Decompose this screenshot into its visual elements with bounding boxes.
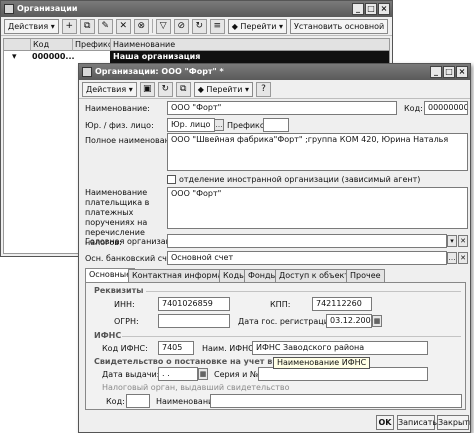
close-button[interactable]: × [378, 3, 390, 15]
authority-code-label: Код: [106, 397, 125, 406]
icon-column-header [4, 39, 30, 51]
divider [122, 336, 461, 337]
actions-menu-button[interactable]: Действия ▾ [4, 18, 59, 34]
bank-account-field[interactable]: Основной счет [167, 251, 447, 265]
filter-off-icon[interactable]: ⊘ [173, 18, 189, 34]
goto-menu-button[interactable]: ◆ Перейти ▾ [193, 81, 253, 97]
actions-menu-button[interactable]: Действия ▾ [82, 81, 137, 97]
inn-label: ИНН: [114, 300, 135, 309]
help-icon[interactable]: ? [255, 81, 271, 97]
column-header-code[interactable]: Код [30, 39, 72, 51]
clear-icon[interactable]: ✕ [458, 252, 468, 264]
name-field[interactable]: ООО "Форт" [167, 101, 397, 115]
issue-date-label: Дата выдачи: [102, 370, 160, 379]
ogrn-label: ОГРН: [114, 317, 139, 326]
delete-icon[interactable]: ✕ [115, 18, 131, 34]
authority-name-field[interactable] [210, 394, 462, 408]
ifns-name-field[interactable]: ИФНС Заводского района [252, 341, 428, 355]
goto-label: Перейти [240, 21, 277, 31]
dropdown-button[interactable]: ▾ [447, 235, 457, 247]
organization-form-window: Организации: ООО "Форт" * _ □ × Действия… [78, 63, 471, 433]
add-icon[interactable]: + [61, 18, 77, 34]
column-header-prefix[interactable]: Префикс [72, 39, 112, 51]
select-button[interactable]: … [447, 252, 457, 264]
list-titlebar[interactable]: Организации _ □ × [1, 1, 392, 17]
issue-date-field[interactable]: . . [158, 367, 198, 381]
foreign-org-checkbox[interactable] [167, 175, 176, 184]
list-title: Организации [17, 4, 78, 13]
list-icon[interactable]: ≡ [209, 18, 225, 34]
ifns-code-label: Код ИФНС: [102, 344, 148, 353]
tab-other[interactable]: Прочее [346, 269, 385, 282]
set-main-button[interactable]: Установить основной [289, 18, 389, 34]
close-form-button[interactable]: Закрыть [437, 415, 470, 430]
maximize-button[interactable]: □ [365, 3, 377, 15]
copy-icon[interactable]: ⧉ [175, 81, 191, 97]
kpp-label: КПП: [270, 300, 291, 309]
tab-panel: Реквизиты ИНН: 7401026859 КПП: 742112260… [85, 282, 466, 410]
ifns-code-field[interactable]: 7405 [158, 341, 194, 355]
maximize-button[interactable]: □ [443, 66, 455, 78]
authority-label: Налоговый орган, выдавший свидетельство [102, 383, 290, 392]
clear-icon[interactable]: ✕ [458, 235, 468, 247]
window-icon [82, 67, 92, 77]
refresh-icon[interactable]: ↻ [157, 81, 173, 97]
code-field[interactable]: 000000001 [424, 101, 468, 115]
prefix-field[interactable] [263, 118, 289, 132]
filter-icon[interactable]: ▽ [155, 18, 171, 34]
full-name-field[interactable]: ООО "Швейная фабрика"Форт" ;группа КОМ 4… [167, 133, 468, 171]
actions-label: Действия [86, 84, 127, 94]
ifns-name-label: Наим. ИФНС: [202, 344, 257, 353]
reg-date-label: Дата гос. регистрации: [238, 317, 337, 326]
payer-name-field[interactable]: ООО "Форт" [167, 187, 468, 229]
save-icon[interactable]: ▣ [139, 81, 155, 97]
code-label: Код: [404, 104, 423, 113]
prefix-label: Префикс: [227, 121, 267, 130]
kpp-field[interactable]: 742112260 [312, 297, 372, 311]
series-field[interactable] [258, 367, 428, 381]
form-titlebar[interactable]: Организации: ООО "Форт" * _ □ × [79, 64, 470, 80]
select-button[interactable]: … [214, 119, 224, 131]
requisites-section-title: Реквизиты [94, 286, 144, 295]
divider [146, 291, 461, 292]
ifns-section-title: ИФНС [94, 331, 122, 340]
mark-delete-icon[interactable]: ⊗ [133, 18, 149, 34]
copy-icon[interactable]: ⧉ [79, 18, 95, 34]
reg-date-field[interactable]: 03.12.2007 [326, 314, 372, 328]
calendar-icon[interactable]: ▦ [198, 368, 208, 380]
goto-menu-button[interactable]: ◆ Перейти ▾ [227, 18, 287, 34]
foreign-org-label: отделение иностранной организации (завис… [179, 175, 421, 184]
series-label: Серия и №: [214, 370, 261, 379]
head-org-field[interactable] [167, 234, 447, 248]
goto-label: Перейти [206, 84, 243, 94]
form-title: Организации: ООО "Форт" * [95, 67, 224, 76]
edit-icon[interactable]: ✎ [97, 18, 113, 34]
inn-field[interactable]: 7401026859 [158, 297, 230, 311]
save-button[interactable]: Записать [397, 415, 437, 430]
toolbar-separator [151, 19, 153, 33]
window-icon [4, 4, 14, 14]
minimize-button[interactable]: _ [430, 66, 442, 78]
bank-account-label: Осн. банковский счет: [85, 254, 180, 263]
minimize-button[interactable]: _ [352, 3, 364, 15]
close-button[interactable]: × [456, 66, 468, 78]
authority-code-field[interactable] [126, 394, 150, 408]
tooltip: Наименование ИФНС [273, 357, 371, 369]
table-row[interactable]: ▾ 000000... Наша организация [4, 51, 389, 63]
ok-button[interactable]: OK [376, 415, 394, 430]
name-label: Наименование: [85, 104, 150, 113]
form-toolbar: Действия ▾ ▣ ↻ ⧉ ◆ Перейти ▾ ? [79, 80, 470, 99]
legal-type-label: Юр. / физ. лицо: [85, 121, 154, 130]
refresh-icon[interactable]: ↻ [191, 18, 207, 34]
ogrn-field[interactable] [158, 314, 230, 328]
list-toolbar: Действия ▾ + ⧉ ✎ ✕ ⊗ ▽ ⊘ ↻ ≡ ◆ Перейти ▾… [1, 17, 392, 36]
legal-type-field[interactable]: Юр. лицо [167, 118, 215, 132]
calendar-icon[interactable]: ▦ [372, 315, 382, 327]
row-code: 000000... [32, 52, 75, 61]
row-name: Наша организация [110, 51, 389, 63]
column-header-name[interactable]: Наименование [110, 39, 389, 51]
actions-label: Действия [8, 21, 49, 31]
row-type-icon: ▾ [12, 52, 17, 62]
